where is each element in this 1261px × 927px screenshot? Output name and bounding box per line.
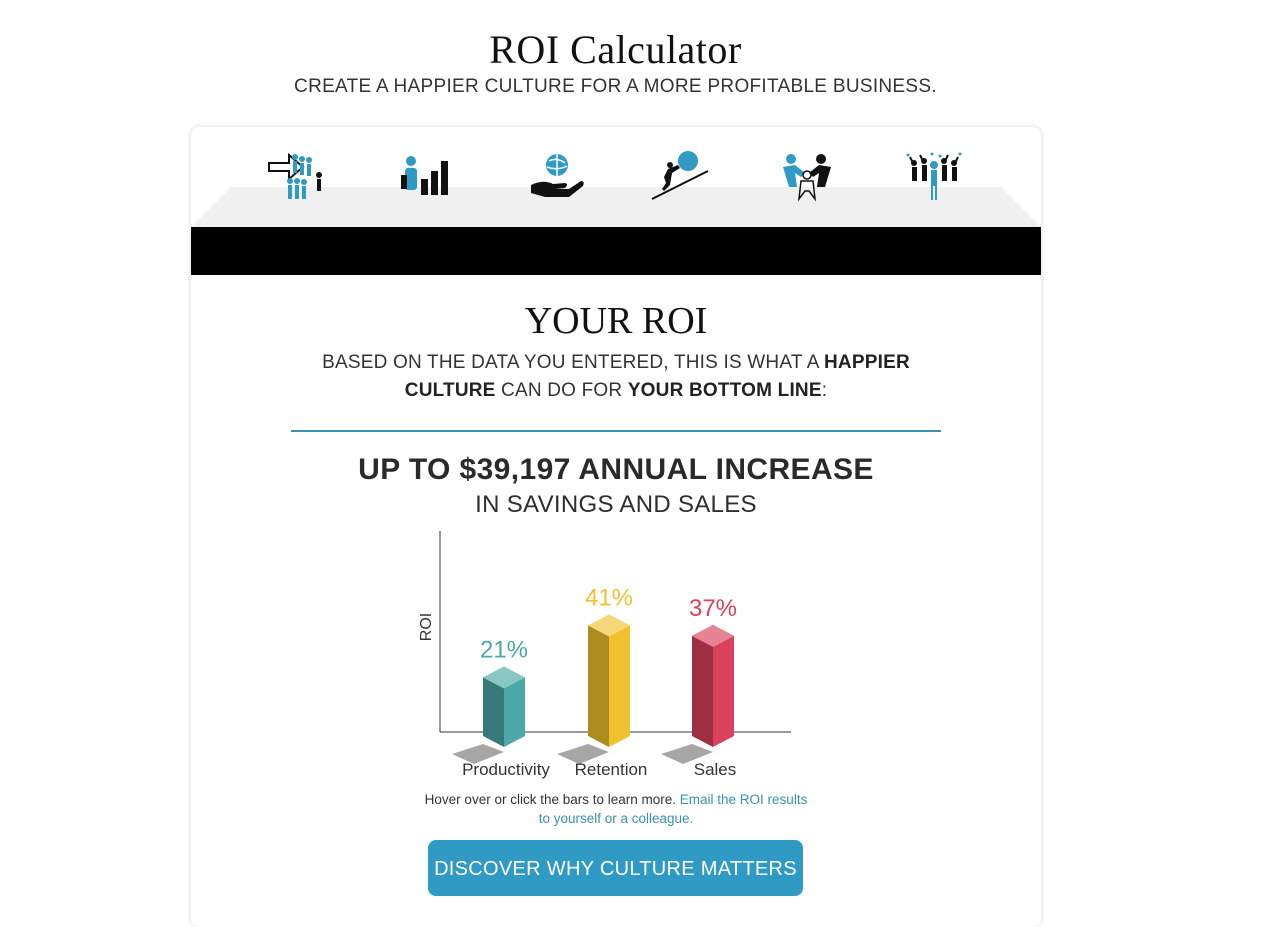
roi-headline: UP TO $39,197 ANNUAL INCREASE xyxy=(358,453,874,486)
bar-left-face xyxy=(692,635,713,747)
roi-card: YOUR ROI BASED ON THE DATA YOU ENTERED, … xyxy=(191,127,1041,927)
bar-sales[interactable] xyxy=(661,624,734,764)
value-label-sales: 37% xyxy=(689,595,737,622)
discover-culture-button[interactable]: DISCOVER WHY CULTURE MATTERS xyxy=(428,840,803,896)
page-title: ROI Calculator xyxy=(489,27,742,72)
roi-title: YOUR ROI xyxy=(524,300,708,342)
hint-text: Hover over or click the bars to learn mo… xyxy=(424,792,808,826)
team-line-icon[interactable] xyxy=(265,151,329,203)
roi-bar-chart: ROI 21% Productivity 41% Retention 37% Sales xyxy=(418,531,791,779)
steps-nav xyxy=(191,127,1041,275)
page-subtitle: CREATE A HAPPIER CULTURE FOR A MORE PROF… xyxy=(294,76,937,97)
growth-chart-icon[interactable] xyxy=(395,151,459,203)
category-label-productivity: Productivity xyxy=(462,760,550,779)
roi-description: BASED ON THE DATA YOU ENTERED, THIS IS W… xyxy=(322,352,910,401)
divider xyxy=(291,430,941,432)
celebrating-crowd-icon[interactable] xyxy=(902,151,966,203)
push-uphill-icon[interactable] xyxy=(650,151,714,203)
y-axis-label: ROI xyxy=(418,613,435,641)
value-label-retention: 41% xyxy=(585,584,633,611)
roi-subheadline: IN SAVINGS AND SALES xyxy=(475,491,757,518)
black-band xyxy=(191,227,1041,275)
bar-productivity[interactable] xyxy=(452,666,525,764)
value-label-productivity: 21% xyxy=(480,636,528,663)
bar-retention[interactable] xyxy=(557,614,630,764)
helping-people-icon[interactable] xyxy=(775,151,839,203)
bar-right-face xyxy=(609,625,630,747)
category-label-retention: Retention xyxy=(575,760,648,779)
bar-right-face xyxy=(713,635,734,747)
hand-globe-icon[interactable] xyxy=(525,151,589,203)
bar-left-face xyxy=(483,677,504,747)
bar-right-face xyxy=(504,677,525,747)
bar-left-face xyxy=(588,625,609,747)
category-label-sales: Sales xyxy=(694,760,737,779)
